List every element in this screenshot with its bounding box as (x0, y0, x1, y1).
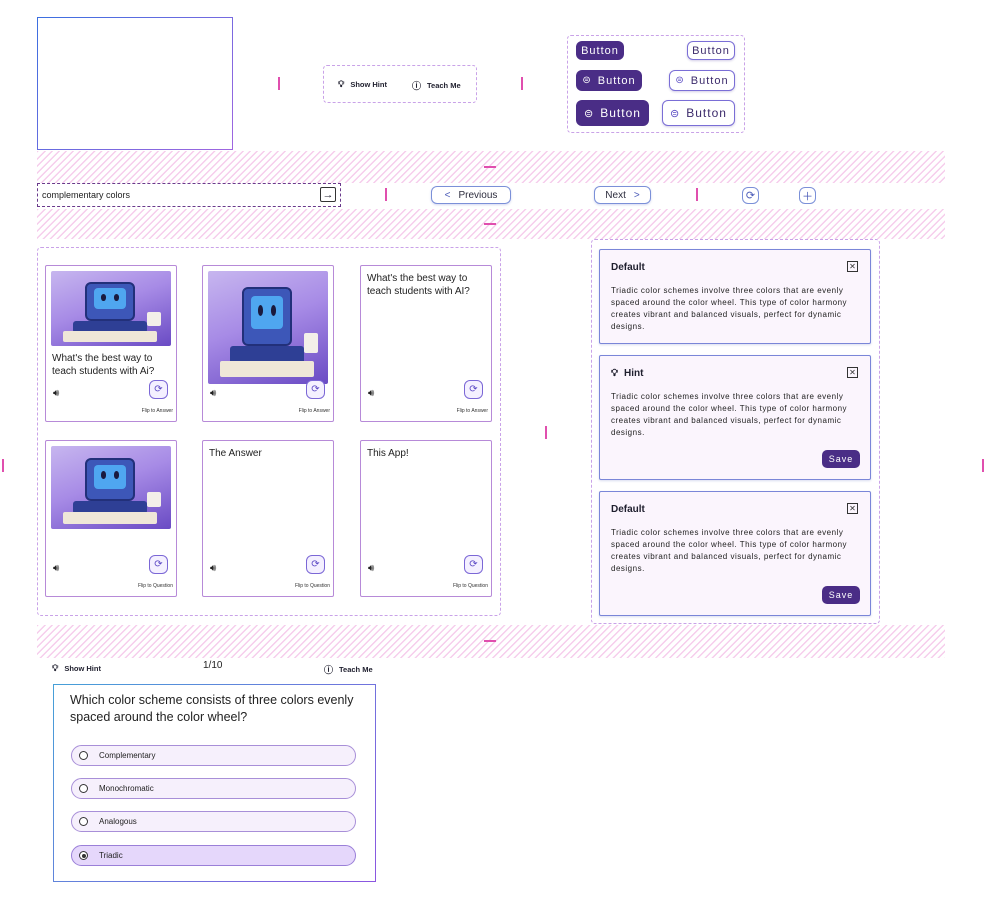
spacing-marker (521, 77, 523, 90)
spacing-marker (2, 459, 4, 472)
flip-icon[interactable]: ⟳ (149, 555, 168, 574)
speaker-icon[interactable]: 🔊︎ (368, 388, 374, 399)
radio-selected-icon (79, 851, 88, 860)
hint-card: 💡︎ Hint ✕ Triadic color schemes involve t… (599, 355, 871, 480)
hint-card-title: Default (611, 262, 645, 273)
add-icon[interactable]: ＋ (799, 187, 816, 204)
next-button[interactable]: Next > (594, 186, 651, 204)
flashcard[interactable]: What's the best way to teach students wi… (45, 265, 177, 422)
spacing-marker (982, 459, 984, 472)
flashcard-question: What's the best way to teach students wi… (367, 273, 470, 297)
close-icon[interactable]: ✕ (847, 261, 858, 272)
image-placeholder-frame (37, 17, 233, 150)
robot-icon: ⊜ (584, 107, 595, 120)
flashcard[interactable]: What's the best way to teach students wi… (360, 265, 492, 422)
flip-label: Flip to Answer (141, 408, 173, 414)
hint-card: Default ✕ Triadic color schemes involve … (599, 249, 871, 344)
hint-teach-bar: 💡︎ Show Hint ⓘ Teach Me (323, 65, 477, 103)
chevron-left-icon: < (444, 189, 451, 201)
robot-illustration (208, 271, 328, 384)
quiz-option-selected[interactable]: Triadic (71, 845, 356, 866)
speaker-icon[interactable]: 🔊︎ (53, 388, 59, 399)
speaker-icon[interactable]: 🔊︎ (53, 563, 59, 574)
flip-label: Flip to Question (137, 583, 173, 589)
flip-icon[interactable]: ⟳ (306, 380, 325, 399)
hint-card-body: Triadic color schemes involve three colo… (611, 286, 848, 331)
speaker-icon[interactable]: 🔊︎ (210, 388, 216, 399)
quiz-question: Which color scheme consists of three col… (70, 693, 354, 724)
spacing-marker (484, 640, 496, 642)
search-bar[interactable]: → (37, 183, 341, 207)
question-bubble-icon: ⓘ (324, 665, 334, 675)
spacing-marker (545, 426, 547, 439)
flashcard[interactable]: This App! 🔊︎ ⟳ Flip to Question (360, 440, 492, 597)
secondary-icon-button-large[interactable]: ⊜ Button (662, 100, 735, 126)
lightbulb-icon: 💡︎ (611, 368, 618, 379)
quiz-show-hint-button[interactable]: 💡︎ Show Hint (52, 663, 101, 674)
flip-label: Flip to Answer (456, 408, 488, 414)
flip-label: Flip to Answer (298, 408, 330, 414)
flashcard[interactable]: The Answer 🔊︎ ⟳ Flip to Question (202, 440, 334, 597)
hint-card-body: Triadic color schemes involve three colo… (611, 528, 848, 573)
show-hint-button[interactable]: 💡︎ Show Hint (338, 79, 387, 90)
robot-illustration (51, 271, 171, 346)
speaker-icon[interactable]: 🔊︎ (368, 563, 374, 574)
search-input[interactable] (42, 188, 312, 202)
lightbulb-icon: 💡︎ (52, 663, 59, 673)
spacing-marker (696, 188, 698, 201)
submit-arrow-icon[interactable]: → (320, 187, 336, 202)
primary-icon-button-large[interactable]: ⊜ Button (576, 100, 649, 126)
spacing-marker (278, 77, 280, 90)
spacing-marker (484, 166, 496, 168)
teach-me-button[interactable]: ⓘ Teach Me (412, 79, 461, 92)
quiz-option[interactable]: Analogous (71, 811, 356, 832)
robot-icon: ⊜ (582, 75, 592, 86)
radio-icon (79, 784, 88, 793)
close-icon[interactable]: ✕ (847, 367, 858, 378)
flip-icon[interactable]: ⟳ (306, 555, 325, 574)
flip-icon[interactable]: ⟳ (464, 555, 483, 574)
secondary-icon-button-medium[interactable]: ⊜ Button (669, 70, 735, 91)
radio-icon (79, 817, 88, 826)
flashcard[interactable]: 🔊︎ ⟳ Flip to Question (45, 440, 177, 597)
speaker-icon[interactable]: 🔊︎ (210, 563, 216, 574)
quiz-option[interactable]: Complementary (71, 745, 356, 766)
spacing-band (37, 625, 945, 658)
lightbulb-icon: 💡︎ (338, 79, 345, 89)
primary-icon-button-medium[interactable]: ⊜ Button (576, 70, 642, 91)
quiz-progress: 1/10 (203, 660, 223, 671)
robot-icon: ⊜ (675, 75, 685, 86)
flashcard-answer: The Answer (209, 448, 262, 459)
flashcard-answer: This App! (367, 448, 409, 459)
quiz-option[interactable]: Monochromatic (71, 778, 356, 799)
flip-label: Flip to Question (294, 583, 330, 589)
quiz-card: Which color scheme consists of three col… (53, 684, 376, 882)
save-button[interactable]: Save (822, 586, 860, 604)
previous-button[interactable]: < Previous (431, 186, 511, 204)
radio-icon (79, 751, 88, 760)
hint-card-title: Hint (624, 368, 644, 379)
hint-card-title: Default (611, 504, 645, 515)
flip-icon[interactable]: ⟳ (149, 380, 168, 399)
flashcard[interactable]: 🔊︎ ⟳ Flip to Answer (202, 265, 334, 422)
robot-illustration (51, 446, 171, 529)
flip-icon[interactable]: ⟳ (464, 380, 483, 399)
hint-card-body: Triadic color schemes involve three colo… (611, 392, 848, 437)
hint-card: Default ✕ Triadic color schemes involve … (599, 491, 871, 616)
close-icon[interactable]: ✕ (847, 503, 858, 514)
primary-button-small[interactable]: Button (576, 41, 624, 60)
spacing-marker (385, 188, 387, 201)
question-bubble-icon: ⓘ (412, 81, 422, 91)
quiz-teach-me-button[interactable]: ⓘ Teach Me (324, 663, 373, 676)
save-button[interactable]: Save (822, 450, 860, 468)
secondary-button-small[interactable]: Button (687, 41, 735, 60)
spacing-marker (484, 223, 496, 225)
flashcard-question: What's the best way to teach students wi… (52, 353, 155, 377)
robot-icon: ⊜ (670, 107, 681, 120)
chevron-right-icon: > (633, 189, 640, 201)
flip-label: Flip to Question (452, 583, 488, 589)
refresh-icon[interactable]: ⟳ (742, 187, 759, 204)
